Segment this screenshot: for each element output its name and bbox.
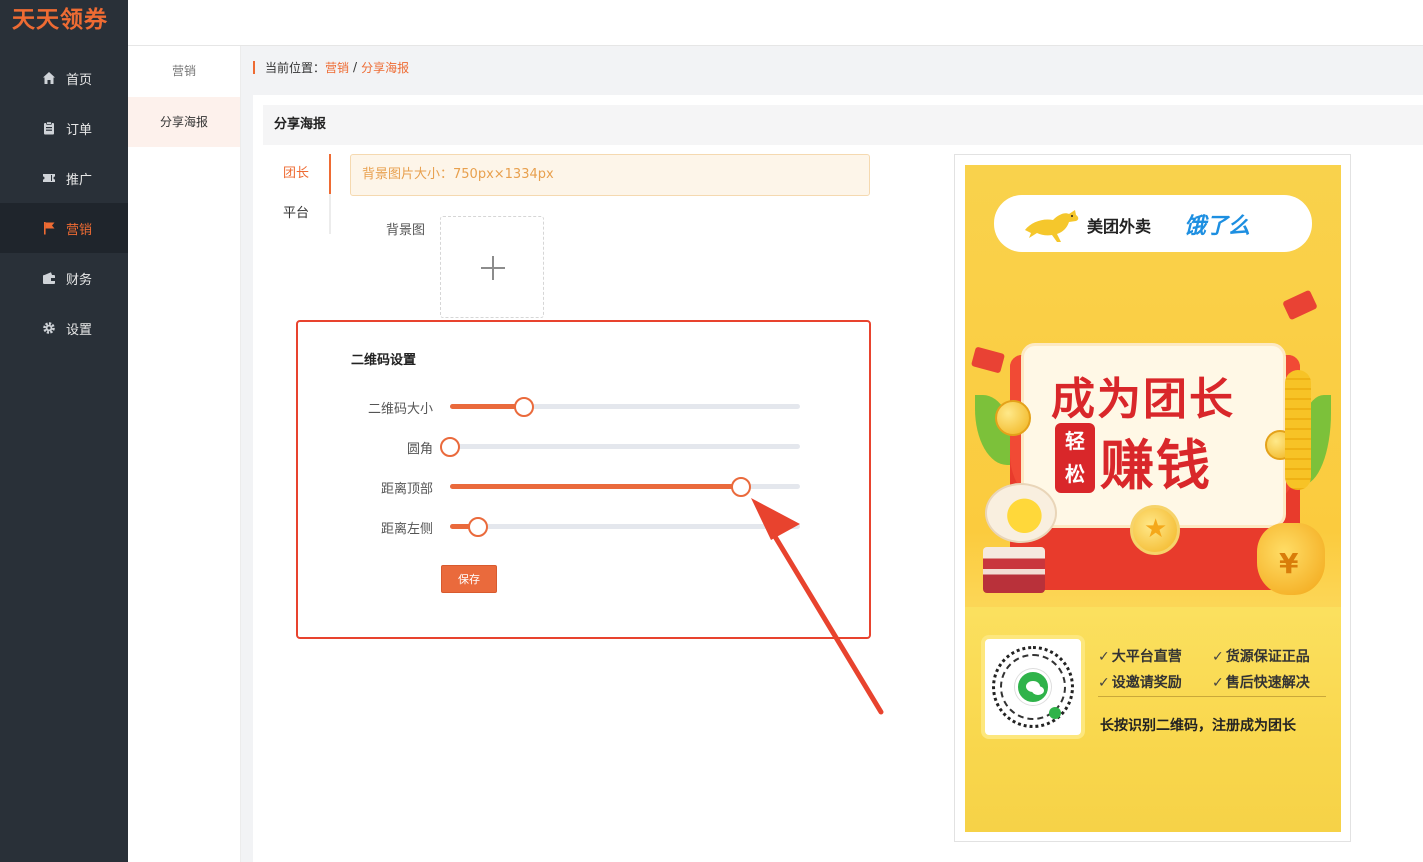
egg-icon — [985, 483, 1057, 543]
badge-line2: 松 — [1065, 462, 1085, 486]
slider-fill — [450, 404, 524, 409]
home-icon — [42, 71, 56, 85]
corner-radius-slider[interactable] — [440, 437, 800, 457]
brand-banner: 美团外卖 饿了么 — [994, 195, 1312, 252]
headline-become-leader: 成为团长 — [1051, 374, 1235, 425]
subnav-item-share-poster[interactable]: 分享海报 — [128, 97, 240, 147]
slider-row-corner-radius: 圆角 — [298, 436, 873, 457]
feature-text: 设邀请奖励 — [1111, 675, 1182, 691]
pork-icon — [983, 547, 1045, 593]
flag-icon — [42, 221, 56, 235]
subnav-title: 营销 — [171, 64, 196, 78]
feature-item: ✓ 售后快速解决 — [1212, 672, 1310, 692]
distance-left-slider[interactable] — [450, 517, 800, 537]
slider-row-distance-left: 距离左侧 — [298, 516, 873, 537]
feature-text: 货源保证正品 — [1225, 649, 1310, 665]
sidebar-item-label: 营销 — [66, 222, 93, 238]
slider-row-distance-top: 距离顶部 — [298, 476, 873, 497]
wechat-icon — [1015, 669, 1051, 705]
background-upload-button[interactable] — [440, 216, 544, 318]
kangaroo-logo — [1025, 210, 1079, 242]
feature-item: ✓ 大平台直营 — [1098, 646, 1182, 666]
sidebar-item-label: 设置 — [66, 322, 93, 338]
poster-divider — [1098, 696, 1326, 697]
sidebar-item-label: 订单 — [66, 122, 93, 138]
plus-icon-vertical — [492, 256, 494, 280]
poster-image: 美团外卖 饿了么 成为团长 轻 松 赚钱 ★ ¥ ✓ 大平台直营 ✓ 货源保证正… — [965, 165, 1341, 832]
money-bag-icon: ¥ — [1257, 523, 1325, 595]
headline-earn-money: 赚钱 — [1100, 434, 1212, 497]
slider-thumb[interactable] — [468, 517, 488, 537]
slider-thumb[interactable] — [440, 437, 460, 457]
corn-icon — [1285, 370, 1311, 490]
wallet-icon — [42, 271, 56, 285]
check-icon: ✓ — [1098, 675, 1110, 691]
eleme-brand: 饿了么 — [1184, 214, 1251, 239]
slider-label: 距离左侧 — [380, 522, 433, 537]
check-icon: ✓ — [1212, 649, 1224, 665]
sidebar-item-settings[interactable]: 设置 — [0, 303, 128, 353]
save-button[interactable]: 保存 — [441, 565, 497, 593]
feature-item: ✓ 货源保证正品 — [1212, 646, 1310, 666]
sidebar-item-marketing[interactable]: 营销 — [0, 203, 128, 253]
slider-label: 圆角 — [406, 442, 433, 457]
slider-label: 距离顶部 — [380, 482, 433, 497]
gear-icon — [42, 321, 56, 335]
tab-leader[interactable]: 团长 — [273, 154, 331, 194]
size-notice: 背景图片大小：750px×1334px — [350, 154, 870, 196]
sidebar-item-label: 财务 — [66, 272, 93, 288]
qr-size-slider[interactable] — [450, 397, 800, 417]
sidebar-item-label: 推广 — [66, 172, 93, 188]
feature-text: 售后快速解决 — [1225, 675, 1310, 691]
poster-preview: 美团外卖 饿了么 成为团长 轻 松 赚钱 ★ ¥ ✓ 大平台直营 ✓ 货源保证正… — [954, 154, 1351, 842]
slider-thumb[interactable] — [731, 477, 751, 497]
coin-icon — [995, 400, 1031, 436]
meituan-brand: 美团外卖 — [1087, 217, 1152, 236]
sidebar-item-label: 首页 — [66, 72, 93, 88]
slider-row-qr-size: 二维码大小 — [298, 396, 873, 417]
star-medal-icon: ★ — [1130, 505, 1180, 555]
breadcrumb-prefix: 当前位置： — [265, 60, 326, 75]
mini-program-icon — [1049, 707, 1061, 719]
breadcrumb-link-marketing[interactable]: 营销 — [325, 59, 349, 76]
qr-settings-panel: 二维码设置 二维码大小 圆角 距离顶部 距离左侧 保存 — [296, 320, 871, 639]
red-envelope-icon — [1282, 289, 1318, 321]
vertical-tabs: 团长 平台 — [273, 154, 331, 234]
clipboard-icon — [42, 121, 56, 135]
top-header — [128, 0, 1423, 46]
tab-platform[interactable]: 平台 — [273, 194, 329, 234]
easy-badge: 轻 松 — [1055, 423, 1095, 493]
sidebar-item-orders[interactable]: 订单 — [0, 103, 128, 153]
sidebar-item-finance[interactable]: 财务 — [0, 253, 128, 303]
slider-thumb[interactable] — [514, 397, 534, 417]
yen-sign: ¥ — [1279, 547, 1299, 580]
section-title: 分享海报 — [263, 105, 1423, 145]
breadcrumb-separator: / — [353, 60, 358, 74]
slider-label: 二维码大小 — [367, 402, 433, 417]
check-icon: ✓ — [1212, 675, 1224, 691]
breadcrumb-marker — [253, 60, 255, 74]
sidebar-item-home[interactable]: 首页 — [0, 53, 128, 103]
main-sidebar: 天天领券 首页 订单 推广 营销 财务 设置 — [0, 0, 128, 862]
slider-fill — [450, 484, 741, 489]
check-icon: ✓ — [1098, 649, 1110, 665]
ticket-icon — [42, 171, 56, 185]
qr-settings-title: 二维码设置 — [351, 353, 417, 368]
app-logo: 天天领券 — [0, 0, 128, 46]
scan-instruction: 长按识别二维码，注册成为团长 — [1100, 718, 1296, 734]
sub-sidebar: 营销 分享海报 — [128, 46, 241, 862]
badge-line1: 轻 — [1065, 429, 1085, 453]
distance-top-slider[interactable] — [450, 477, 800, 497]
feature-text: 大平台直营 — [1111, 649, 1182, 665]
red-envelope-icon — [970, 346, 1006, 374]
breadcrumb-link-share-poster[interactable]: 分享海报 — [361, 59, 409, 76]
breadcrumb: 当前位置： 营销 / 分享海报 — [253, 58, 409, 76]
mini-program-qr-code — [981, 635, 1085, 739]
feature-item: ✓ 设邀请奖励 — [1098, 672, 1182, 692]
background-label: 背景图 — [386, 223, 426, 238]
sidebar-item-promotion[interactable]: 推广 — [0, 153, 128, 203]
